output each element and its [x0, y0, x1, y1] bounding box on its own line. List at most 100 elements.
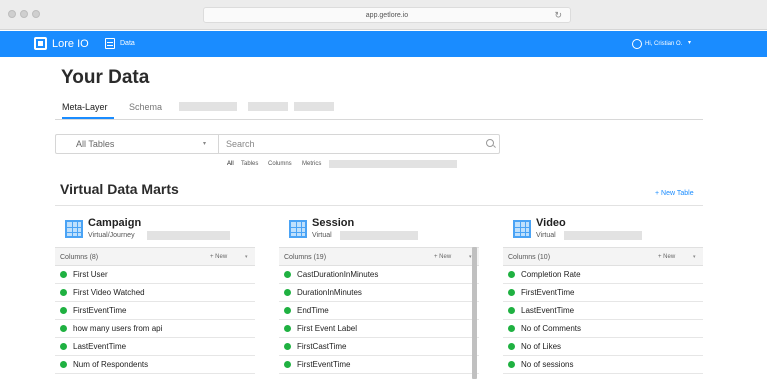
- reload-icon[interactable]: ↻: [554, 8, 562, 23]
- search-icon[interactable]: [486, 139, 494, 147]
- status-dot-icon: [60, 343, 67, 350]
- active-tab-indicator: [62, 117, 114, 119]
- column-list: Completion Rate FirstEventTime LastEvent…: [503, 266, 703, 374]
- status-dot-icon: [60, 289, 67, 296]
- address-bar[interactable]: app.getlore.io ↻: [203, 7, 571, 23]
- card-subtitle: Virtual/Journey: [88, 232, 135, 239]
- list-item[interactable]: First Video Watched: [55, 284, 255, 302]
- user-avatar-icon[interactable]: [632, 39, 642, 49]
- list-item[interactable]: First Event Label: [279, 320, 479, 338]
- tab-meta-layer[interactable]: Meta-Layer: [62, 101, 108, 113]
- address-url: app.getlore.io: [365, 12, 409, 19]
- new-column-button[interactable]: + New: [658, 253, 675, 262]
- card-title[interactable]: Campaign: [88, 217, 141, 229]
- columns-label: Columns (8): [60, 254, 99, 261]
- list-item[interactable]: CastDurationInMinutes: [279, 266, 479, 284]
- status-dot-icon: [508, 289, 515, 296]
- columns-count: (10): [537, 254, 551, 261]
- card-title[interactable]: Session: [312, 217, 354, 229]
- app-header: Lore IO Data Hi, Cristian O. ▾: [0, 31, 767, 57]
- search-input[interactable]: Search: [226, 135, 255, 153]
- card-subtitle-placeholder: [147, 231, 230, 240]
- lore-logo-icon[interactable]: [34, 37, 47, 50]
- page-title: Your Data: [61, 67, 150, 88]
- chevron-down-icon[interactable]: ▾: [245, 253, 248, 262]
- card-subtitle: Virtual: [312, 232, 332, 239]
- card-subtitle-placeholder: [340, 231, 418, 240]
- browser-chrome: app.getlore.io ↻: [0, 0, 767, 30]
- close-window-icon[interactable]: [8, 10, 16, 18]
- list-item[interactable]: No of Likes: [503, 338, 703, 356]
- card-session[interactable]: Session Virtual Columns (19) + New ▾ Cas…: [279, 206, 479, 379]
- status-dot-icon: [284, 307, 291, 314]
- status-dot-icon: [508, 307, 515, 314]
- list-item[interactable]: Completion Rate: [503, 266, 703, 284]
- data-nav-icon[interactable]: [105, 38, 115, 49]
- scope-columns[interactable]: Columns: [268, 160, 292, 168]
- columns-count: (19): [313, 254, 327, 261]
- chevron-down-icon[interactable]: ▾: [693, 253, 696, 262]
- columns-header: Columns (8) + New ▾: [55, 247, 255, 266]
- status-dot-icon: [284, 271, 291, 278]
- new-table-button[interactable]: + New Table: [655, 189, 694, 198]
- status-dot-icon: [60, 271, 67, 278]
- columns-label: Columns (19): [284, 254, 327, 261]
- scope-placeholder[interactable]: [329, 160, 457, 168]
- card-subtitle: Virtual: [536, 232, 556, 239]
- column-list-scrollbar[interactable]: [472, 247, 477, 379]
- table-grid-icon: [65, 220, 83, 238]
- table-type-select[interactable]: All Tables ▾: [56, 135, 219, 153]
- user-menu-label[interactable]: Hi, Cristian O.: [645, 40, 682, 48]
- user-menu-caret-icon[interactable]: ▾: [688, 39, 691, 48]
- new-column-button[interactable]: + New: [210, 253, 227, 262]
- minimize-window-icon[interactable]: [20, 10, 28, 18]
- list-item[interactable]: FirstEventTime: [55, 302, 255, 320]
- status-dot-icon: [284, 361, 291, 368]
- list-item[interactable]: LastEventTime: [55, 338, 255, 356]
- list-item[interactable]: Num of Respondents: [55, 356, 255, 374]
- status-dot-icon: [60, 307, 67, 314]
- card-campaign[interactable]: Campaign Virtual/Journey Columns (8) + N…: [55, 206, 255, 379]
- nav-data-link[interactable]: Data: [120, 39, 135, 49]
- scope-metrics[interactable]: Metrics: [302, 160, 321, 168]
- card-title[interactable]: Video: [536, 217, 566, 229]
- list-item[interactable]: FirstCastTime: [279, 338, 479, 356]
- list-item[interactable]: how many users from api: [55, 320, 255, 338]
- list-item[interactable]: FirstEventTime: [503, 284, 703, 302]
- list-item[interactable]: LastEventTime: [503, 302, 703, 320]
- new-column-button[interactable]: + New: [434, 253, 451, 262]
- app-name[interactable]: Lore IO: [52, 37, 89, 51]
- tab-placeholder[interactable]: [294, 102, 334, 111]
- list-item[interactable]: DurationInMinutes: [279, 284, 479, 302]
- list-item[interactable]: EndTime: [279, 302, 479, 320]
- card-video[interactable]: Video Virtual Columns (10) + New ▾ Compl…: [503, 206, 703, 379]
- table-grid-icon: [289, 220, 307, 238]
- column-list: First User First Video Watched FirstEven…: [55, 266, 255, 374]
- status-dot-icon: [284, 289, 291, 296]
- list-item[interactable]: No of sessions: [503, 356, 703, 374]
- section-title: Virtual Data Marts: [60, 181, 179, 197]
- columns-header: Columns (10) + New ▾: [503, 247, 703, 266]
- chevron-down-icon: ▾: [203, 141, 207, 147]
- scope-all[interactable]: All: [227, 160, 234, 168]
- filter-bar: All Tables ▾ Search: [55, 134, 500, 154]
- columns-count: (8): [89, 254, 99, 261]
- status-dot-icon: [508, 271, 515, 278]
- scope-tables[interactable]: Tables: [241, 160, 258, 168]
- list-item[interactable]: No of Comments: [503, 320, 703, 338]
- zoom-window-icon[interactable]: [32, 10, 40, 18]
- tab-schema[interactable]: Schema: [129, 101, 162, 113]
- tab-placeholder[interactable]: [179, 102, 237, 111]
- status-dot-icon: [508, 325, 515, 332]
- status-dot-icon: [508, 361, 515, 368]
- list-item[interactable]: First User: [55, 266, 255, 284]
- list-item[interactable]: FirstEventTime: [279, 356, 479, 374]
- tab-placeholder[interactable]: [248, 102, 288, 111]
- column-list: CastDurationInMinutes DurationInMinutes …: [279, 266, 479, 374]
- table-grid-icon: [513, 220, 531, 238]
- card-subtitle-placeholder: [564, 231, 642, 240]
- columns-label: Columns (10): [508, 254, 551, 261]
- status-dot-icon: [60, 325, 67, 332]
- status-dot-icon: [508, 343, 515, 350]
- status-dot-icon: [284, 325, 291, 332]
